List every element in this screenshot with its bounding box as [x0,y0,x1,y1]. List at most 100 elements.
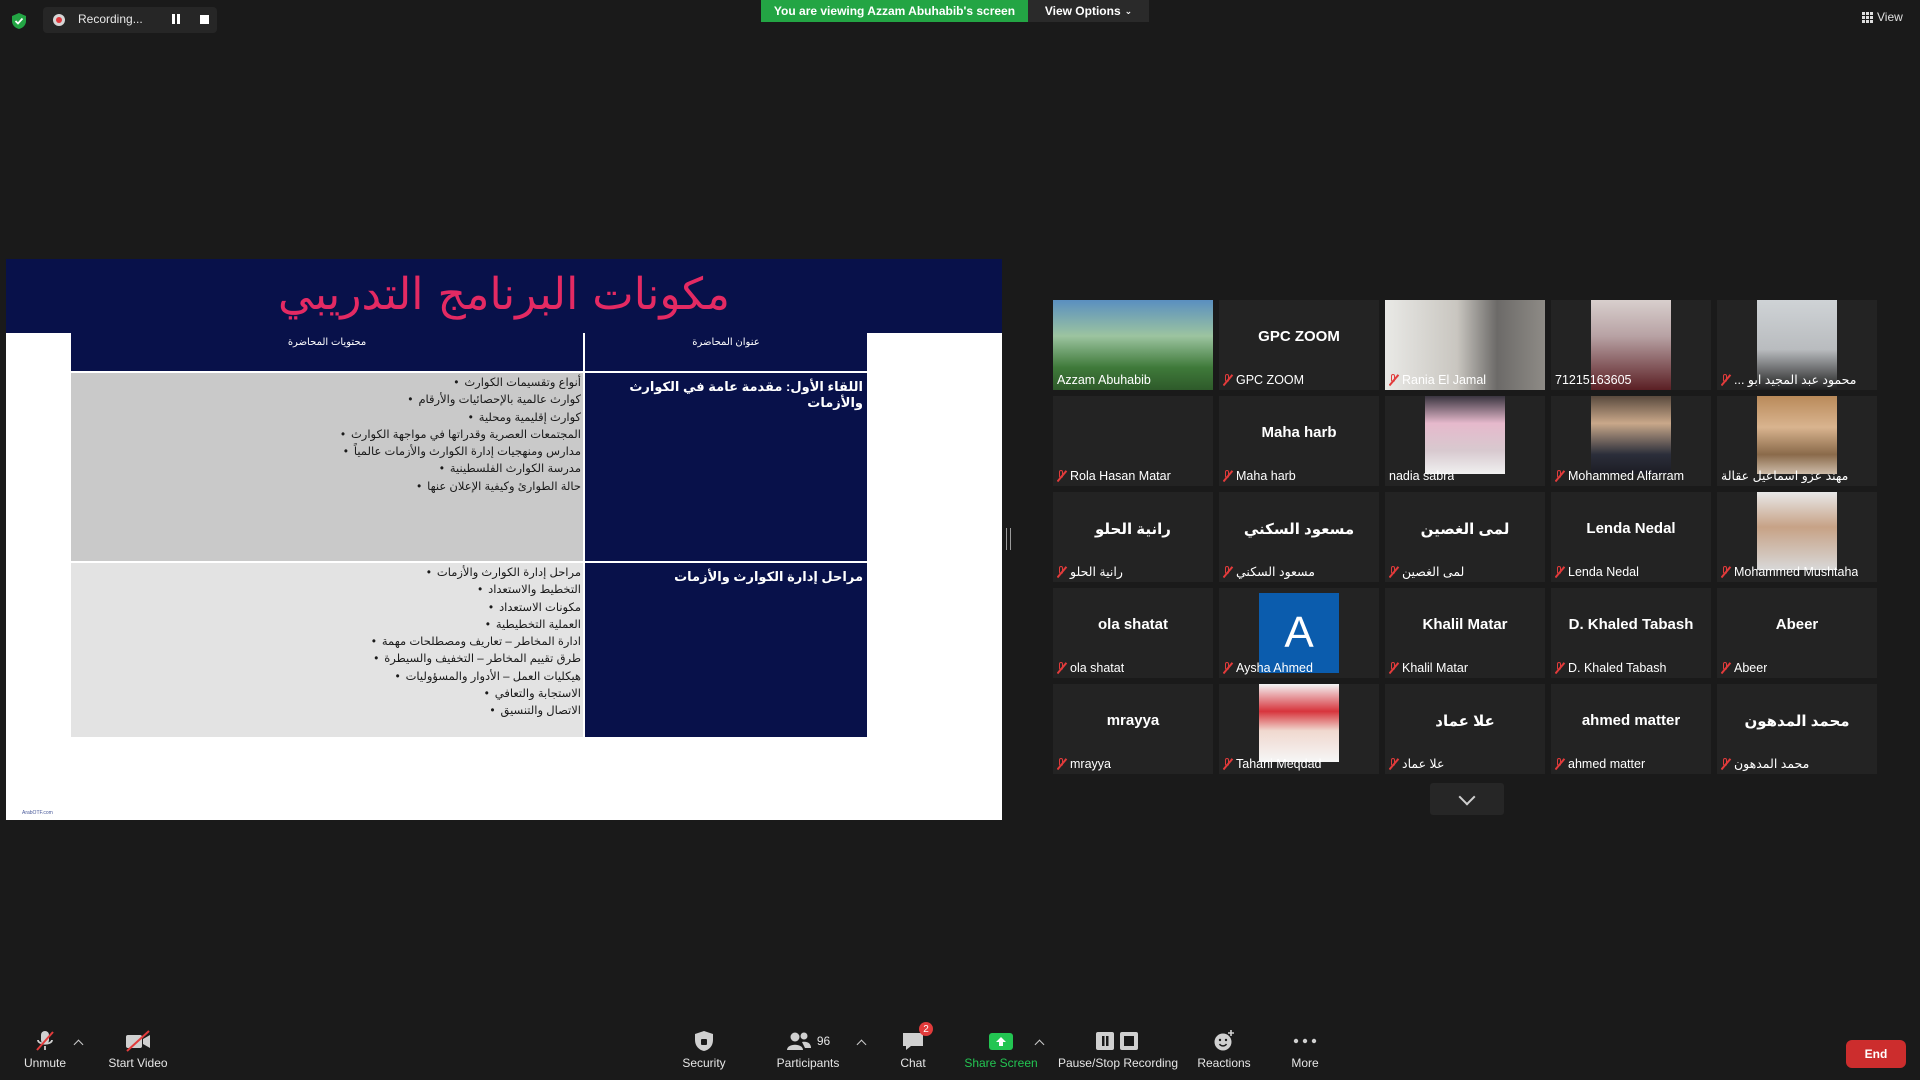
gallery-next-page-button[interactable] [1430,783,1504,815]
participant-label: مسعود السكني [1223,564,1315,579]
start-video-button[interactable]: Start Video [103,1028,173,1070]
participant-tile[interactable]: Tahani Meqdad [1219,684,1379,774]
shield-icon[interactable] [11,12,27,30]
participant-display-name: ahmed matter [1581,712,1681,729]
pause-stop-recording-button[interactable]: Pause/Stop Recording [1057,1028,1179,1070]
participant-tile[interactable]: Rola Hasan Matar [1053,396,1213,486]
participant-label: 71215163605 [1555,373,1631,387]
participant-video [1425,396,1505,474]
participant-display-name: Khalil Matar [1422,616,1508,633]
participant-tile[interactable]: A Aysha Ahmed [1219,588,1379,678]
participant-display-name: Abeer [1775,616,1819,633]
participant-tile[interactable]: Khalil Matar Khalil Matar [1385,588,1545,678]
participant-label: لمى الغصين [1389,564,1464,579]
participant-name: Abeer [1734,661,1768,675]
participant-label: GPC ZOOM [1223,373,1304,387]
participant-tile[interactable]: D. Khaled Tabash D. Khaled Tabash [1551,588,1711,678]
viewing-screen-banner: You are viewing Azzam Abuhabib's screen [761,0,1028,22]
lecture-contents-list: مراحل إدارة الكوارث والأزماتالتخطيط والا… [366,565,581,721]
video-off-icon [124,1028,152,1054]
participant-tile[interactable]: Lenda Nedal Lenda Nedal [1551,492,1711,582]
share-screen-button[interactable]: Share Screen [964,1028,1038,1070]
participant-tile[interactable]: رانية الحلو رانية الحلو [1053,492,1213,582]
participant-tile[interactable]: ... محمود عبد المجيد ابو [1717,300,1877,390]
mic-muted-icon [1057,470,1066,482]
mic-muted-icon [1721,373,1730,386]
participant-tile[interactable]: مسعود السكني مسعود السكني [1219,492,1379,582]
participant-tile[interactable]: Azzam Abuhabib [1053,300,1213,390]
lecture-contents-list: أنواع وتقسيمات الكوارثكوارث عالمية بالإح… [335,375,581,496]
participant-tile[interactable]: GPC ZOOM GPC ZOOM [1219,300,1379,390]
lecture-title: اللقاء الأول: مقدمة عامة في الكوارث والأ… [629,379,863,410]
end-meeting-button[interactable]: End [1846,1040,1906,1068]
participant-name: Rania El Jamal [1402,373,1487,387]
participant-tile[interactable]: محمد المدهون محمد المدهون [1717,684,1877,774]
mic-muted-icon [1721,662,1730,674]
participant-tile[interactable]: ahmed matter ahmed matter [1551,684,1711,774]
recording-dot-icon [53,14,65,26]
participant-name: mrayya [1070,757,1111,771]
participants-button[interactable]: 96 Participants [773,1028,843,1070]
mic-muted-icon [1223,470,1232,482]
chat-button[interactable]: 2 Chat [890,1022,936,1070]
lecture-content-item: المجتمعات العصرية وقدراتها في مواجهة الك… [335,427,581,444]
unmute-button[interactable]: Unmute [20,1028,70,1070]
participants-options-caret[interactable] [856,1039,867,1050]
more-button[interactable]: More [1288,1028,1322,1070]
reactions-button[interactable]: Reactions [1195,1028,1253,1070]
security-label: Security [682,1056,726,1070]
mic-muted-icon [1223,758,1232,770]
lecture-content-item: كوارث إقليمية ومحلية [335,410,581,427]
share-screen-icon [988,1028,1014,1054]
participant-tile[interactable]: nadia sabra [1385,396,1545,486]
participant-tile[interactable]: مهند عزو اسماعيل عقالة [1717,396,1877,486]
mic-muted-icon [1057,662,1066,674]
mic-muted-icon [1555,662,1564,674]
participant-label: ola shatat [1057,661,1124,675]
participant-display-name: Lenda Nedal [1586,520,1676,537]
view-options-button[interactable]: View Options ⌄ [1028,0,1149,22]
participant-tile[interactable]: Rania El Jamal [1385,300,1545,390]
security-button[interactable]: Security [676,1028,732,1070]
participant-video [1591,396,1671,474]
chevron-down-icon: ⌄ [1124,5,1133,16]
view-button[interactable]: View [1862,10,1903,24]
participant-label: ahmed matter [1555,757,1645,771]
microphone-muted-icon [33,1028,57,1054]
mic-muted-icon [1057,758,1066,770]
mic-muted-icon [1389,565,1398,578]
split-resize-handle[interactable] [1006,528,1011,550]
participant-name: Aysha Ahmed [1236,661,1313,675]
mic-muted-icon [1389,662,1398,674]
participants-gallery: Azzam Abuhabib GPC ZOOM GPC ZOOM Rania El J… [1053,300,1880,780]
participant-tile[interactable]: 71215163605 [1551,300,1711,390]
participant-name: Mohammed Alfarram [1568,469,1685,483]
participant-name: محمد المدهون [1734,757,1810,771]
participant-label: Azzam Abuhabib [1057,373,1151,387]
participant-tile[interactable]: Mohammed Mushtaha [1717,492,1877,582]
participant-tile[interactable]: ola shatat ola shatat [1053,588,1213,678]
audio-options-caret[interactable] [73,1039,84,1050]
mic-muted-icon [1223,374,1232,386]
slide-title: مكونات البرنامج التدريبي [278,268,730,320]
participant-label: رانية الحلو [1057,564,1123,579]
participant-tile[interactable]: Abeer Abeer [1717,588,1877,678]
participant-name: رانية الحلو [1070,565,1123,579]
participant-label: Abeer [1721,661,1767,675]
participant-name: مهند عزو اسماعيل عقالة [1721,469,1849,483]
participant-label: Mohammed Alfarram [1555,469,1684,483]
participant-label: Rola Hasan Matar [1057,469,1171,483]
view-label: View [1877,10,1903,24]
pause-recording-icon[interactable] [171,14,181,26]
participant-tile[interactable]: لمى الغصين لمى الغصين [1385,492,1545,582]
participant-name: 71215163605 [1555,373,1632,387]
table-row-2-title: مراحل إدارة الكوارث والأزمات [585,563,867,737]
participant-tile[interactable]: Maha harb Maha harb [1219,396,1379,486]
lecture-content-item: الاستجابة والتعافي [366,686,581,703]
stop-recording-icon[interactable] [200,15,209,24]
mic-muted-icon [1389,374,1398,386]
participant-tile[interactable]: علا عماد علا عماد [1385,684,1545,774]
lecture-content-item: طرق تقييم المخاطر – التخفيف والسيطرة [366,651,581,668]
participant-tile[interactable]: mrayya mrayya [1053,684,1213,774]
participant-tile[interactable]: Mohammed Alfarram [1551,396,1711,486]
